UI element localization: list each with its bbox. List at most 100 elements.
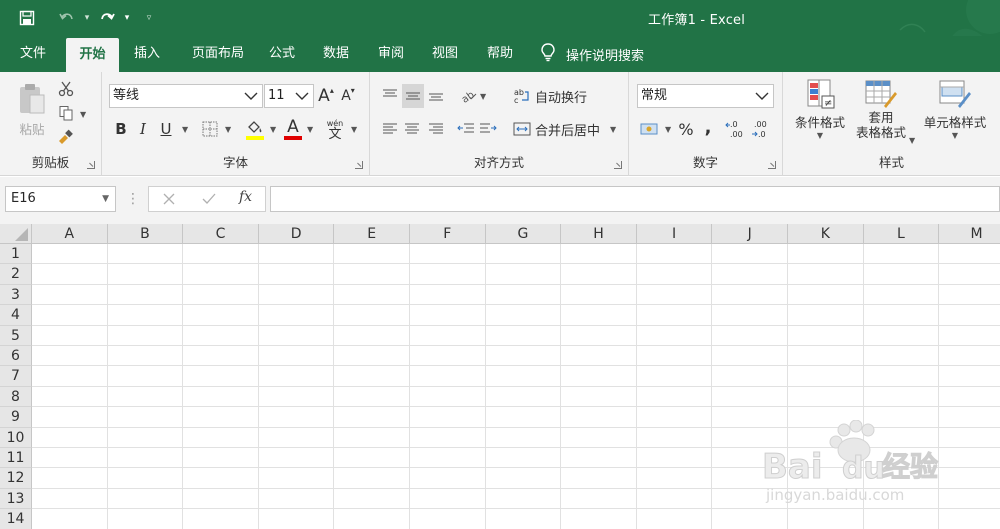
tab-formulas[interactable]: 公式 xyxy=(262,36,302,72)
row-header-7[interactable]: 7 xyxy=(0,366,32,387)
row-header-3[interactable]: 3 xyxy=(0,284,32,306)
tab-view[interactable]: 视图 xyxy=(425,36,465,72)
number-launcher-icon[interactable] xyxy=(768,161,776,169)
column-header-k[interactable]: K xyxy=(788,224,864,244)
row-header-12[interactable]: 12 xyxy=(0,468,32,489)
tab-file[interactable]: 文件 xyxy=(8,36,58,72)
underline-button[interactable]: U xyxy=(157,118,175,140)
font-size-select[interactable]: 11 xyxy=(264,84,314,108)
tell-me-search[interactable]: 操作说明搜索 xyxy=(540,36,644,72)
tab-home[interactable]: 开始 xyxy=(66,38,119,72)
format-painter-icon[interactable] xyxy=(56,128,76,146)
wrap-text-button[interactable]: ab c 自动换行 xyxy=(513,84,603,108)
conditional-formatting-button[interactable]: ≠ 条件格式 ▼ xyxy=(789,78,851,152)
tab-data[interactable]: 数据 xyxy=(316,36,356,72)
column-header-c[interactable]: C xyxy=(183,224,259,244)
grow-font-button[interactable]: A ▴ xyxy=(316,84,336,108)
row-header-5[interactable]: 5 xyxy=(0,325,32,346)
orientation-icon[interactable]: ab xyxy=(458,85,480,105)
accounting-dropdown-icon[interactable]: ▼ xyxy=(665,125,671,134)
percent-button[interactable]: % xyxy=(677,118,695,140)
formula-bar-grip-icon[interactable]: ⋮ xyxy=(126,189,140,209)
cancel-icon[interactable] xyxy=(161,190,177,212)
tab-page-layout[interactable]: 页面布局 xyxy=(180,36,256,72)
enter-check-icon[interactable] xyxy=(201,190,217,212)
tab-insert[interactable]: 插入 xyxy=(123,36,171,72)
column-header-g[interactable]: G xyxy=(485,224,562,244)
cut-icon[interactable] xyxy=(56,80,76,98)
increase-decimal-icon[interactable]: .0.00 xyxy=(725,118,747,140)
borders-icon[interactable] xyxy=(200,119,220,139)
align-right-icon[interactable] xyxy=(426,119,446,139)
align-center-icon[interactable] xyxy=(402,119,422,139)
formula-input[interactable] xyxy=(270,186,1000,212)
underline-dropdown-icon[interactable]: ▼ xyxy=(182,125,188,134)
alignment-launcher-icon[interactable] xyxy=(614,161,622,169)
column-header-d[interactable]: D xyxy=(258,224,335,244)
font-name-select[interactable]: 等线 xyxy=(109,84,263,108)
column-header-i[interactable]: I xyxy=(636,224,713,244)
row-header-14[interactable]: 14 xyxy=(0,509,32,529)
row-header-6[interactable]: 6 xyxy=(0,346,32,367)
insert-function-icon[interactable]: fx xyxy=(239,189,252,205)
borders-dropdown-icon[interactable]: ▼ xyxy=(225,125,231,134)
number-format-select[interactable]: 常规 xyxy=(637,84,774,108)
decrease-indent-icon[interactable] xyxy=(456,119,476,139)
copy-dropdown-icon[interactable]: ▼ xyxy=(80,110,86,119)
redo-dropdown-icon[interactable]: ▾ xyxy=(120,13,134,23)
tab-help[interactable]: 帮助 xyxy=(480,36,520,72)
worksheet-grid[interactable]: ABCDEFGHIJKLM 1 2 3 4 5 6 7 8 9 10 11 12 13 14 Bai du… xyxy=(0,224,1000,529)
row-header-10[interactable]: 10 xyxy=(0,427,32,448)
row-header-8[interactable]: 8 xyxy=(0,386,32,408)
font-color-dropdown-icon[interactable]: ▼ xyxy=(307,125,313,134)
row-header-4[interactable]: 4 xyxy=(0,305,32,326)
fill-color-button[interactable] xyxy=(244,118,266,142)
phonetic-dropdown-icon[interactable]: ▼ xyxy=(351,125,357,134)
accounting-format-icon[interactable] xyxy=(637,119,661,139)
orientation-dropdown-icon[interactable]: ▼ xyxy=(480,92,486,101)
customize-qat-icon[interactable]: ▿ xyxy=(142,13,156,23)
phonetic-guide-button[interactable]: wén 文 xyxy=(324,116,346,142)
shrink-font-button[interactable]: A ▾ xyxy=(338,84,358,108)
format-as-table-dropdown-icon[interactable]: ▼ xyxy=(909,136,915,145)
column-header-h[interactable]: H xyxy=(561,224,637,244)
row-header-1[interactable]: 1 xyxy=(0,244,32,265)
row-header-9[interactable]: 9 xyxy=(0,407,32,428)
paste-button[interactable]: 粘贴 xyxy=(14,78,50,142)
align-top-icon[interactable] xyxy=(380,84,400,106)
increase-indent-icon[interactable] xyxy=(478,119,498,139)
column-header-e[interactable]: E xyxy=(334,224,410,244)
select-all-corner[interactable] xyxy=(0,224,32,244)
row-header-13[interactable]: 13 xyxy=(0,488,32,510)
font-launcher-icon[interactable] xyxy=(355,161,363,169)
column-header-f[interactable]: F xyxy=(410,224,486,244)
undo-dropdown-icon[interactable]: ▾ xyxy=(80,13,94,23)
row-header-11[interactable]: 11 xyxy=(0,448,32,469)
name-box[interactable]: E16 ▼ xyxy=(5,186,116,212)
row-header-2[interactable]: 2 xyxy=(0,264,32,285)
column-header-a[interactable]: A xyxy=(32,224,108,244)
italic-button[interactable]: I xyxy=(134,118,152,140)
column-header-l[interactable]: L xyxy=(863,224,940,244)
save-icon[interactable] xyxy=(14,6,40,30)
font-color-button[interactable]: A xyxy=(282,116,304,142)
format-as-table-button[interactable]: 套用 表格格式 xyxy=(849,78,913,152)
column-header-b[interactable]: B xyxy=(107,224,184,244)
align-bottom-icon[interactable] xyxy=(426,84,446,106)
merge-center-button[interactable]: 合并后居中 xyxy=(513,117,613,141)
clipboard-launcher-icon[interactable] xyxy=(87,161,95,169)
copy-icon[interactable] xyxy=(56,104,76,122)
fill-color-dropdown-icon[interactable]: ▼ xyxy=(270,125,276,134)
align-left-icon[interactable] xyxy=(380,119,400,139)
tab-review[interactable]: 审阅 xyxy=(371,36,411,72)
comma-style-button[interactable]: , xyxy=(701,116,715,138)
merge-dropdown-icon[interactable]: ▼ xyxy=(610,125,616,134)
align-middle-icon[interactable] xyxy=(402,84,424,108)
redo-icon[interactable] xyxy=(94,6,120,30)
decrease-decimal-icon[interactable]: .00.0 xyxy=(751,118,773,140)
column-header-j[interactable]: J xyxy=(712,224,788,244)
undo-icon[interactable] xyxy=(54,6,80,30)
column-header-m[interactable]: M xyxy=(939,224,1000,244)
cell-styles-button[interactable]: 单元格样式 ▼ xyxy=(917,78,993,152)
bold-button[interactable]: B xyxy=(112,118,130,140)
